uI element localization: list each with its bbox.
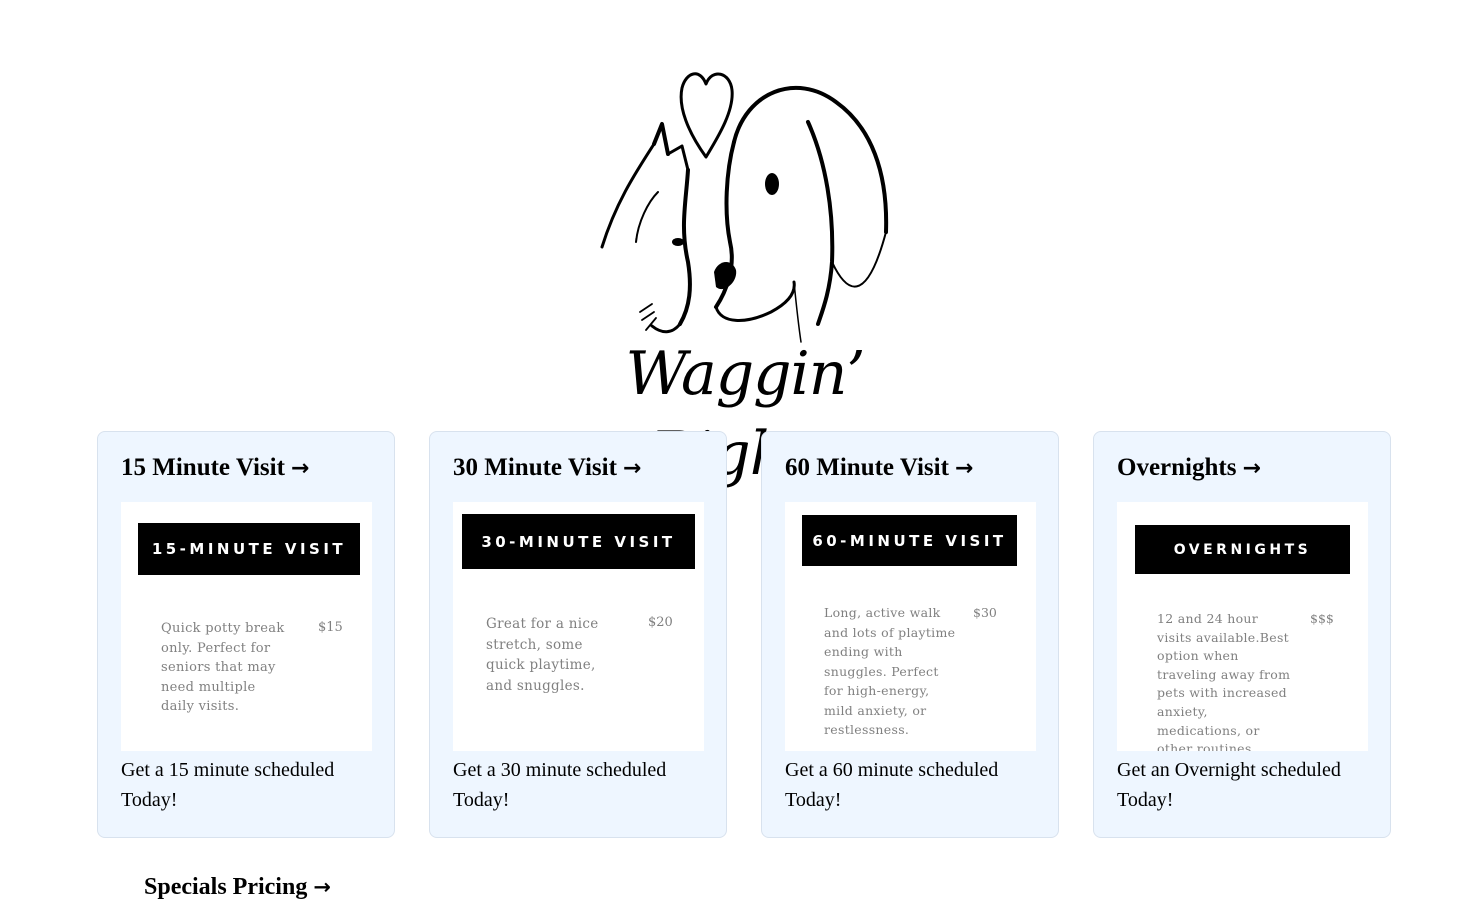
card-title-link[interactable]: 60 Minute Visit → <box>785 454 973 482</box>
cat-dog-heart-logo-icon <box>600 72 889 343</box>
schedule-text: Get a 30 minute scheduled Today! <box>453 759 667 811</box>
service-price: $20 <box>648 615 673 630</box>
service-image[interactable]: 15-MINUTE VISIT Quick potty break only. … <box>121 502 372 751</box>
service-card-60-minute: 60 Minute Visit → 60-MINUTE VISIT Long, a… <box>761 431 1059 838</box>
service-banner: 30-MINUTE VISIT <box>462 514 695 569</box>
arrow-right-icon: → <box>1242 456 1261 481</box>
service-banner: 15-MINUTE VISIT <box>138 523 360 575</box>
card-title-link[interactable]: 30 Minute Visit → <box>453 454 641 482</box>
card-title-link[interactable]: Overnights → <box>1117 454 1261 482</box>
schedule-text: Get a 15 minute scheduled Today! <box>121 759 335 811</box>
arrow-right-icon: → <box>290 456 310 481</box>
card-title-text: Overnights <box>1117 454 1237 481</box>
specials-pricing-link[interactable]: Specials Pricing → <box>144 874 331 901</box>
arrow-right-icon: → <box>954 456 974 481</box>
service-description: Long, active walk and lots of playtime e… <box>824 605 956 737</box>
card-title-text: 30 Minute Visit <box>453 454 617 481</box>
service-price: $30 <box>973 605 997 620</box>
service-image[interactable]: 60-MINUTE VISIT Long, active walk and lo… <box>785 502 1036 751</box>
service-card-overnights: Overnights → OVERNIGHTS 12 and 24 hour vi… <box>1093 431 1391 838</box>
schedule-text: Get an Overnight scheduled Today! <box>1117 759 1341 811</box>
schedule-text: Get a 60 minute scheduled Today! <box>785 759 999 811</box>
card-title-text: 60 Minute Visit <box>785 454 949 481</box>
service-card-15-minute: 15 Minute Visit → 15-MINUTE VISIT Quick p… <box>97 431 395 838</box>
service-card-30-minute: 30 Minute Visit → 30-MINUTE VISIT Great f… <box>429 431 727 838</box>
service-price: $$$ <box>1310 611 1334 626</box>
specials-pricing-label: Specials Pricing <box>144 874 308 900</box>
arrow-right-icon: → <box>313 875 331 899</box>
service-description: Quick potty break only. Perfect for seni… <box>161 621 285 714</box>
service-image[interactable]: 30-MINUTE VISIT Great for a nice stretch… <box>453 502 704 751</box>
card-title-text: 15 Minute Visit <box>121 454 285 481</box>
service-image[interactable]: OVERNIGHTS 12 and 24 hour visits availab… <box>1117 502 1368 751</box>
service-banner: 60-MINUTE VISIT <box>802 515 1017 566</box>
card-title-link[interactable]: 15 Minute Visit → <box>121 454 309 482</box>
service-description: 12 and 24 hour visits available.Best opt… <box>1157 611 1291 751</box>
brand-logo: Waggin’ Rights <box>540 52 950 489</box>
service-banner: OVERNIGHTS <box>1135 525 1350 574</box>
service-price: $15 <box>318 620 343 635</box>
arrow-right-icon: → <box>622 456 642 481</box>
service-description: Great for a nice stretch, some quick pla… <box>486 616 599 694</box>
